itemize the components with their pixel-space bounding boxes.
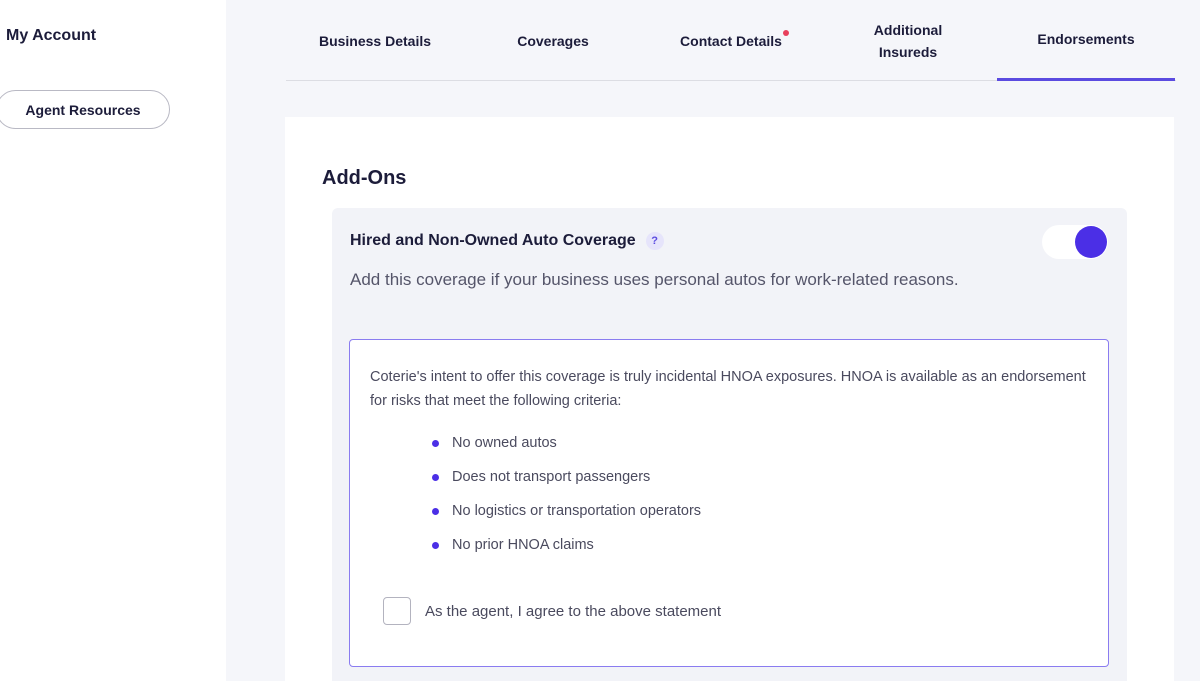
coverage-toggle[interactable] [1042,225,1108,259]
agree-checkbox[interactable] [383,597,411,625]
bullet-icon [432,542,439,549]
statement-text: Coterie's intent to offer this coverage … [370,369,1086,409]
criteria-list: No owned autos Does not transport passen… [432,426,701,562]
agent-statement-box: Coterie's intent to offer this coverage … [349,339,1109,667]
sidebar: My Account Agent Resources [0,0,226,681]
toggle-knob [1075,226,1107,258]
bullet-icon [432,508,439,515]
bullet-icon [432,440,439,447]
tab-coverages[interactable]: Coverages [464,0,642,81]
tab-label-line1: Additional [873,21,943,38]
tab-label: Business Details [318,32,432,49]
hnoa-coverage-panel: Hired and Non-Owned Auto Coverage ? Add … [332,208,1127,681]
list-item: No owned autos [432,426,701,460]
help-icon[interactable]: ? [645,232,664,250]
list-item: Does not transport passengers [432,460,701,494]
list-item: No logistics or transportation operators [432,494,701,528]
tab-label: Endorsements [1037,31,1135,47]
tab-additional-insureds[interactable]: Additional Insureds [820,0,996,81]
coverage-title: Hired and Non-Owned Auto Coverage [350,232,636,249]
alert-dot-icon [782,29,789,36]
tab-contact-details[interactable]: Contact Details [642,0,820,81]
list-item: No prior HNOA claims [432,528,701,562]
coverage-description: Add this coverage if your business uses … [350,270,959,289]
criteria-text: Does not transport passengers [452,469,651,485]
agree-row[interactable]: As the agent, I agree to the above state… [383,597,721,625]
tab-label-wrap: Contact Details [680,29,789,52]
tab-bar: Business Details Coverages Contact Detai… [286,0,1176,81]
agree-label[interactable]: As the agent, I agree to the above state… [425,603,721,620]
tab-label: Contact Details [680,32,782,49]
agent-resources-button[interactable]: Agent Resources [0,90,170,129]
section-title: Add-Ons [322,167,407,189]
criteria-text: No logistics or transportation operators [452,503,702,519]
tab-label: Coverages [517,32,589,49]
tab-business-details[interactable]: Business Details [286,0,464,81]
main-content: Business Details Coverages Contact Detai… [226,0,1200,681]
coverage-title-row: Hired and Non-Owned Auto Coverage ? [350,232,664,250]
tab-label-line2: Insureds [878,43,938,60]
tab-endorsements[interactable]: Endorsements [997,0,1175,81]
criteria-text: No owned autos [452,435,557,451]
my-account-link[interactable]: My Account [6,27,96,45]
endorsements-card: Add-Ons Hired and Non-Owned Auto Coverag… [285,117,1174,681]
tab-label-wrap: Additional Insureds [874,19,942,63]
bullet-icon [432,474,439,481]
criteria-text: No prior HNOA claims [452,537,594,553]
